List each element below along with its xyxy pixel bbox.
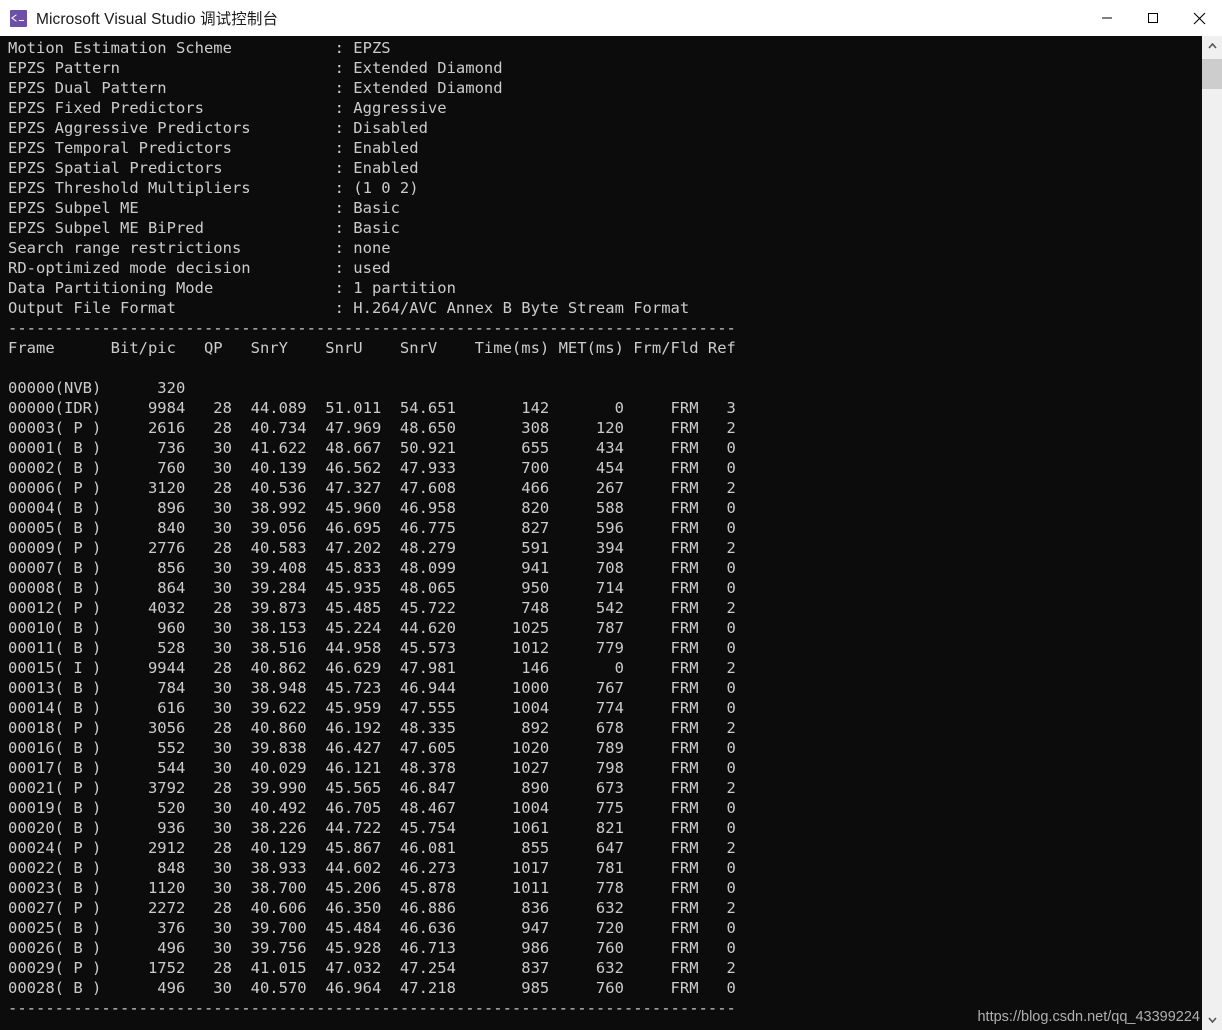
console-table-row: 00012( P ) 4032 28 39.873 45.485 45.722 … xyxy=(8,599,736,617)
console-setting-line: EPZS Subpel ME BiPred : Basic xyxy=(8,219,400,237)
console-table-header: Frame Bit/pic QP SnrY SnrU SnrV Time(ms)… xyxy=(8,339,736,357)
console-separator: ----------------------------------------… xyxy=(8,999,736,1017)
console-table-row: 00025( B ) 376 30 39.700 45.484 46.636 9… xyxy=(8,919,736,937)
console-setting-line: EPZS Aggressive Predictors : Disabled xyxy=(8,119,428,137)
console-separator: ----------------------------------------… xyxy=(8,319,736,337)
console-setting-line: Motion Estimation Scheme : EPZS xyxy=(8,39,391,57)
window-controls xyxy=(1084,0,1222,36)
minimize-button[interactable] xyxy=(1084,0,1130,36)
console-table-row: 00022( B ) 848 30 38.933 44.602 46.273 1… xyxy=(8,859,736,877)
console-table-row: 00027( P ) 2272 28 40.606 46.350 46.886 … xyxy=(8,899,736,917)
console-setting-line: EPZS Spatial Predictors : Enabled xyxy=(8,159,419,177)
console-table-row: 00019( B ) 520 30 40.492 46.705 48.467 1… xyxy=(8,799,736,817)
console-table-row: 00026( B ) 496 30 39.756 45.928 46.713 9… xyxy=(8,939,736,957)
console-table-row: 00006( P ) 3120 28 40.536 47.327 47.608 … xyxy=(8,479,736,497)
vertical-scrollbar[interactable] xyxy=(1202,36,1222,1030)
console-table-row: 00005( B ) 840 30 39.056 46.695 46.775 8… xyxy=(8,519,736,537)
console-table-row: 00003( P ) 2616 28 40.734 47.969 48.650 … xyxy=(8,419,736,437)
console-setting-line: RD-optimized mode decision : used xyxy=(8,259,391,277)
window-title: Microsoft Visual Studio 调试控制台 xyxy=(36,11,279,28)
console-text-buffer: Motion Estimation Scheme : EPZS EPZS Patt… xyxy=(8,38,736,1018)
console-app-icon xyxy=(10,9,27,27)
console-table-row: 00004( B ) 896 30 38.992 45.960 46.958 8… xyxy=(8,499,736,517)
console-table-row: 00010( B ) 960 30 38.153 45.224 44.620 1… xyxy=(8,619,736,637)
console-setting-line: EPZS Threshold Multipliers : (1 0 2) xyxy=(8,179,419,197)
console-table-row: 00021( P ) 3792 28 39.990 45.565 46.847 … xyxy=(8,779,736,797)
console-setting-line: EPZS Dual Pattern : Extended Diamond xyxy=(8,79,503,97)
console-table-row: 00013( B ) 784 30 38.948 45.723 46.944 1… xyxy=(8,679,736,697)
scroll-thumb[interactable] xyxy=(1202,59,1222,89)
console-setting-line: Data Partitioning Mode : 1 partition xyxy=(8,279,456,297)
console-setting-line: Search range restrictions : none xyxy=(8,239,391,257)
console-window: Microsoft Visual Studio 调试控制台 Motion Est… xyxy=(0,0,1222,1030)
console-table-row: 00020( B ) 936 30 38.226 44.722 45.754 1… xyxy=(8,819,736,837)
maximize-button[interactable] xyxy=(1130,0,1176,36)
console-table-row: 00001( B ) 736 30 41.622 48.667 50.921 6… xyxy=(8,439,736,457)
console-table-row: 00017( B ) 544 30 40.029 46.121 48.378 1… xyxy=(8,759,736,777)
watermark-url: https://blog.csdn.net/qq_43399224 xyxy=(977,1009,1200,1025)
console-table-row: 00008( B ) 864 30 39.284 45.935 48.065 9… xyxy=(8,579,736,597)
console-setting-line: EPZS Fixed Predictors : Aggressive xyxy=(8,99,447,117)
console-table-row: 00000(IDR) 9984 28 44.089 51.011 54.651 … xyxy=(8,399,736,417)
console-table-row: 00009( P ) 2776 28 40.583 47.202 48.279 … xyxy=(8,539,736,557)
console-table-row: 00029( P ) 1752 28 41.015 47.032 47.254 … xyxy=(8,959,736,977)
console-table-row: 00000(NVB) 320 xyxy=(8,379,186,397)
console-table-row: 00016( B ) 552 30 39.838 46.427 47.605 1… xyxy=(8,739,736,757)
console-setting-line: Output File Format : H.264/AVC Annex B B… xyxy=(8,299,690,317)
scroll-up-arrow[interactable] xyxy=(1202,36,1222,56)
console-output-area[interactable]: Motion Estimation Scheme : EPZS EPZS Patt… xyxy=(0,36,1202,1030)
console-table-row: 00024( P ) 2912 28 40.129 45.867 46.081 … xyxy=(8,839,736,857)
console-table-row: 00015( I ) 9944 28 40.862 46.629 47.981 … xyxy=(8,659,736,677)
console-table-row: 00007( B ) 856 30 39.408 45.833 48.099 9… xyxy=(8,559,736,577)
console-table-row: 00002( B ) 760 30 40.139 46.562 47.933 7… xyxy=(8,459,736,477)
console-setting-line: EPZS Temporal Predictors : Enabled xyxy=(8,139,419,157)
console-table-row: 00018( P ) 3056 28 40.860 46.192 48.335 … xyxy=(8,719,736,737)
console-table-row: 00028( B ) 496 30 40.570 46.964 47.218 9… xyxy=(8,979,736,997)
close-button[interactable] xyxy=(1176,0,1222,36)
title-bar[interactable]: Microsoft Visual Studio 调试控制台 xyxy=(0,0,1222,37)
console-table-row: 00014( B ) 616 30 39.622 45.959 47.555 1… xyxy=(8,699,736,717)
console-setting-line: EPZS Subpel ME : Basic xyxy=(8,199,400,217)
console-setting-line: EPZS Pattern : Extended Diamond xyxy=(8,59,503,77)
console-table-row: 00011( B ) 528 30 38.516 44.958 45.573 1… xyxy=(8,639,736,657)
scroll-down-arrow[interactable] xyxy=(1202,1010,1222,1030)
console-table-row: 00023( B ) 1120 30 38.700 45.206 45.878 … xyxy=(8,879,736,897)
